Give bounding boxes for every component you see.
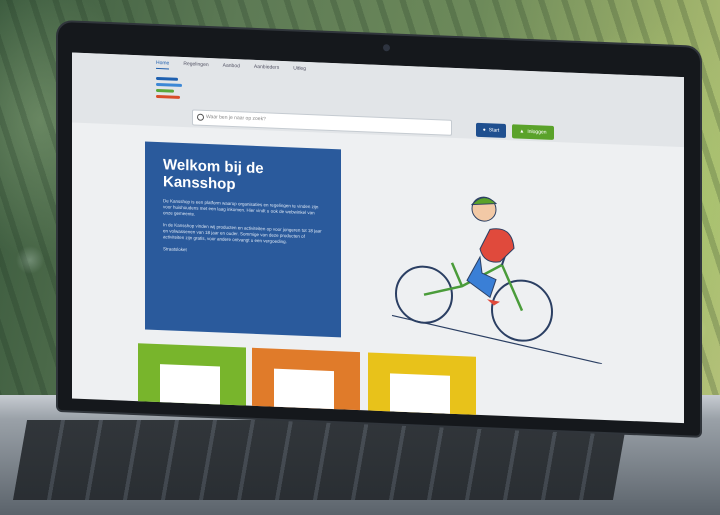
nav-regelingen[interactable]: Regelingen <box>183 61 208 71</box>
nav-home[interactable]: Home <box>156 59 170 70</box>
bus-train-logo <box>160 364 220 413</box>
laptop-screen-bezel: Home Regelingen Aanbod Aanbieders Uitleg… <box>58 22 700 436</box>
seat-tube <box>450 262 464 287</box>
login-button-label: Inloggen <box>527 128 547 136</box>
rider-pants <box>466 255 497 299</box>
partner-tile-food[interactable] <box>252 347 360 423</box>
start-button[interactable]: ● Start <box>476 122 506 138</box>
search-placeholder: Waar ben je naar op zoek? <box>206 113 266 123</box>
search-input[interactable]: Waar ben je naar op zoek? <box>192 109 452 136</box>
jeugdfonds-sport-cultuur-logo <box>390 373 450 422</box>
partner-tile-jeugdfonds[interactable] <box>368 352 476 424</box>
main-nav: Home Regelingen Aanbod Aanbieders Uitleg <box>156 59 306 75</box>
page-title: Welkom bij de Kansshop <box>163 156 264 194</box>
start-icon: ● <box>482 127 486 134</box>
site-header: Home Regelingen Aanbod Aanbieders Uitleg… <box>72 52 684 148</box>
login-button[interactable]: ▲ Inloggen <box>512 124 554 140</box>
start-button-label: Start <box>488 127 500 134</box>
welcome-card: Welkom bij de Kansshop De Kansshop is ee… <box>145 141 341 338</box>
nav-aanbieders[interactable]: Aanbieders <box>254 64 279 74</box>
intro-paragraph-2: In de Kansshop vinden wij producten en a… <box>163 222 322 245</box>
user-icon: ▲ <box>519 128 525 135</box>
partner-tile-transport[interactable] <box>138 343 246 418</box>
intro-footnote: Straatsloket <box>163 246 187 253</box>
kansshop-logo[interactable] <box>156 74 186 101</box>
nav-aanbod[interactable]: Aanbod <box>223 63 240 73</box>
cyclist-illustration <box>391 196 603 365</box>
rider-shirt <box>479 228 515 263</box>
search-icon <box>197 113 204 121</box>
webcam-icon <box>383 44 390 52</box>
heart-fork-logo <box>274 368 334 418</box>
nav-uitleg[interactable]: Uitleg <box>293 65 306 75</box>
website-screen: Home Regelingen Aanbod Aanbieders Uitleg… <box>72 52 684 424</box>
intro-paragraph-1: De Kansshop is een platform waarop organ… <box>163 198 319 217</box>
laptop-keyboard <box>12 420 628 500</box>
